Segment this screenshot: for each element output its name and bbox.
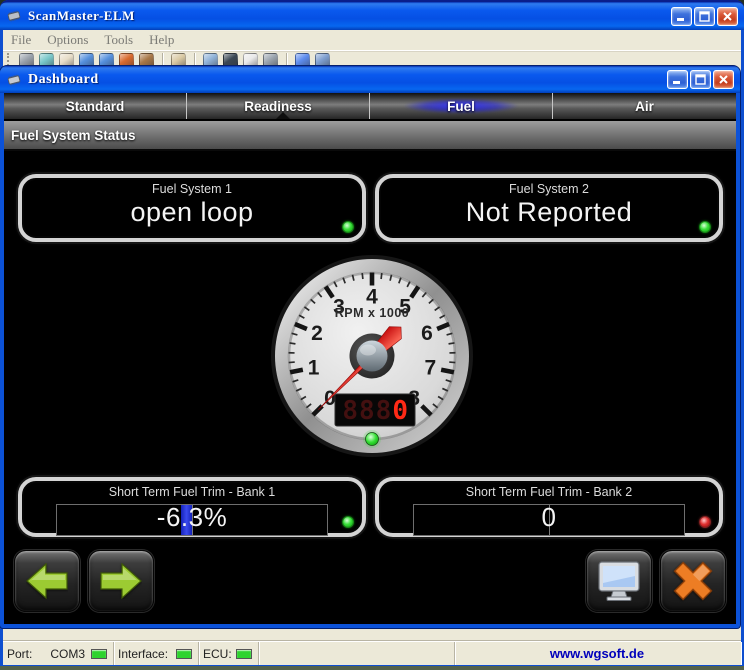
stft-bank-2-label: Short Term Fuel Trim - Bank 2 <box>379 485 719 499</box>
close-button[interactable] <box>717 7 738 26</box>
stft-bank-2-value: 0 <box>414 502 684 533</box>
app-chip-icon <box>6 9 22 23</box>
screen: ScanMaster-ELM File Options Tools Help P… <box>0 0 744 670</box>
display-mode-button[interactable] <box>586 550 652 612</box>
svg-text:2: 2 <box>311 322 323 345</box>
tab-standard[interactable]: Standard <box>4 93 187 119</box>
previous-page-button[interactable] <box>14 550 80 612</box>
section-header: Fuel System Status <box>4 121 736 151</box>
statusbar-port-cell: Port: COM3 <box>3 642 114 665</box>
ecu-label: ECU: <box>203 647 232 661</box>
fuel-system-1-value: open loop <box>22 197 362 228</box>
website-link[interactable]: www.wgsoft.de <box>550 646 644 661</box>
fuel-system-1-panel: Fuel System 1 open loop <box>18 174 366 242</box>
interface-status-led <box>176 649 192 659</box>
dashboard-window: Dashboard Standard Readiness Fuel Air Fu… <box>0 66 740 628</box>
fuel-system-1-led <box>343 222 353 232</box>
section-header-label: Fuel System Status <box>11 128 136 143</box>
dashboard-title: Dashboard <box>28 72 99 88</box>
stft-bank-1-value: -6.3% <box>57 502 327 533</box>
menubar: File Options Tools Help <box>3 30 741 51</box>
minimize-button[interactable] <box>671 7 692 26</box>
dashboard-titlebar: Dashboard <box>0 66 740 93</box>
port-value: COM3 <box>50 647 85 661</box>
svg-text:8880: 8880 <box>342 396 409 426</box>
gauge-hub-cap <box>357 341 388 372</box>
ecu-status-led <box>236 649 252 659</box>
svg-text:7: 7 <box>425 357 437 380</box>
gauge-lcd: 8880 <box>335 394 415 426</box>
exit-dashboard-button[interactable] <box>660 550 726 612</box>
statusbar-ecu-cell: ECU: <box>199 642 259 665</box>
maximize-button[interactable] <box>694 7 715 26</box>
port-label: Port: <box>7 647 32 661</box>
menu-file[interactable]: File <box>11 32 31 48</box>
stft-bank-1-panel: Short Term Fuel Trim - Bank 1 -6.3% <box>18 477 366 537</box>
fuel-system-2-led <box>700 222 710 232</box>
stft-bank-1-led <box>343 517 353 527</box>
statusbar-website-cell: www.wgsoft.de <box>455 642 741 665</box>
app-title: ScanMaster-ELM <box>28 8 135 24</box>
lcd-value: 0 <box>392 396 409 426</box>
statusbar-interface-cell: Interface: <box>114 642 199 665</box>
main-titlebar: ScanMaster-ELM <box>0 0 744 30</box>
fuel-system-1-label: Fuel System 1 <box>22 182 362 196</box>
arrow-right-icon <box>100 563 142 599</box>
fuel-system-2-value: Not Reported <box>379 197 719 228</box>
lcd-ghost-digits: 888 <box>342 396 392 426</box>
rpm-gauge-svg: 012345678 RPM x 1000 8880 <box>267 251 477 461</box>
arrow-left-icon <box>26 563 68 599</box>
dashboard-maximize-button[interactable] <box>690 70 711 89</box>
next-page-button[interactable] <box>88 550 154 612</box>
tab-pointer-icon <box>276 112 290 119</box>
statusbar-empty-cell <box>259 642 455 665</box>
menu-tools[interactable]: Tools <box>104 32 133 48</box>
stft-bank-2-box: 0 <box>413 504 685 536</box>
port-status-led <box>91 649 107 659</box>
fuel-system-2-label: Fuel System 2 <box>379 182 719 196</box>
fuel-system-2-panel: Fuel System 2 Not Reported <box>375 174 723 242</box>
dashboard-chip-icon <box>6 73 22 87</box>
stft-bank-1-box: -6.3% <box>56 504 328 536</box>
gauge-unit-label: RPM x 1000 <box>335 306 409 320</box>
toolbar-grip[interactable] <box>7 53 12 66</box>
toolbar-separator <box>194 53 195 67</box>
close-x-icon <box>670 558 716 604</box>
svg-text:1: 1 <box>308 357 320 380</box>
dashboard-body: Standard Readiness Fuel Air Fuel System … <box>4 93 736 624</box>
dashboard-minimize-button[interactable] <box>667 70 688 89</box>
stft-bank-2-led <box>700 517 710 527</box>
menu-help[interactable]: Help <box>149 32 174 48</box>
tab-air[interactable]: Air <box>553 93 736 119</box>
interface-label: Interface: <box>118 647 168 661</box>
svg-text:6: 6 <box>421 322 433 345</box>
monitor-icon <box>596 560 642 602</box>
gauge-status-led <box>366 433 379 446</box>
tab-fuel[interactable]: Fuel <box>370 93 553 119</box>
toolbar-separator <box>162 53 163 67</box>
tabbar: Standard Readiness Fuel Air <box>4 93 736 119</box>
menu-options[interactable]: Options <box>47 32 88 48</box>
statusbar: Port: COM3 Interface: ECU: www.wgsoft. <box>3 641 741 665</box>
rpm-gauge: 012345678 RPM x 1000 8880 <box>267 251 477 461</box>
stft-bank-2-panel: Short Term Fuel Trim - Bank 2 0 <box>375 477 723 537</box>
toolbar-separator <box>286 53 287 67</box>
stft-bank-1-label: Short Term Fuel Trim - Bank 1 <box>22 485 362 499</box>
dashboard-close-button[interactable] <box>713 70 734 89</box>
